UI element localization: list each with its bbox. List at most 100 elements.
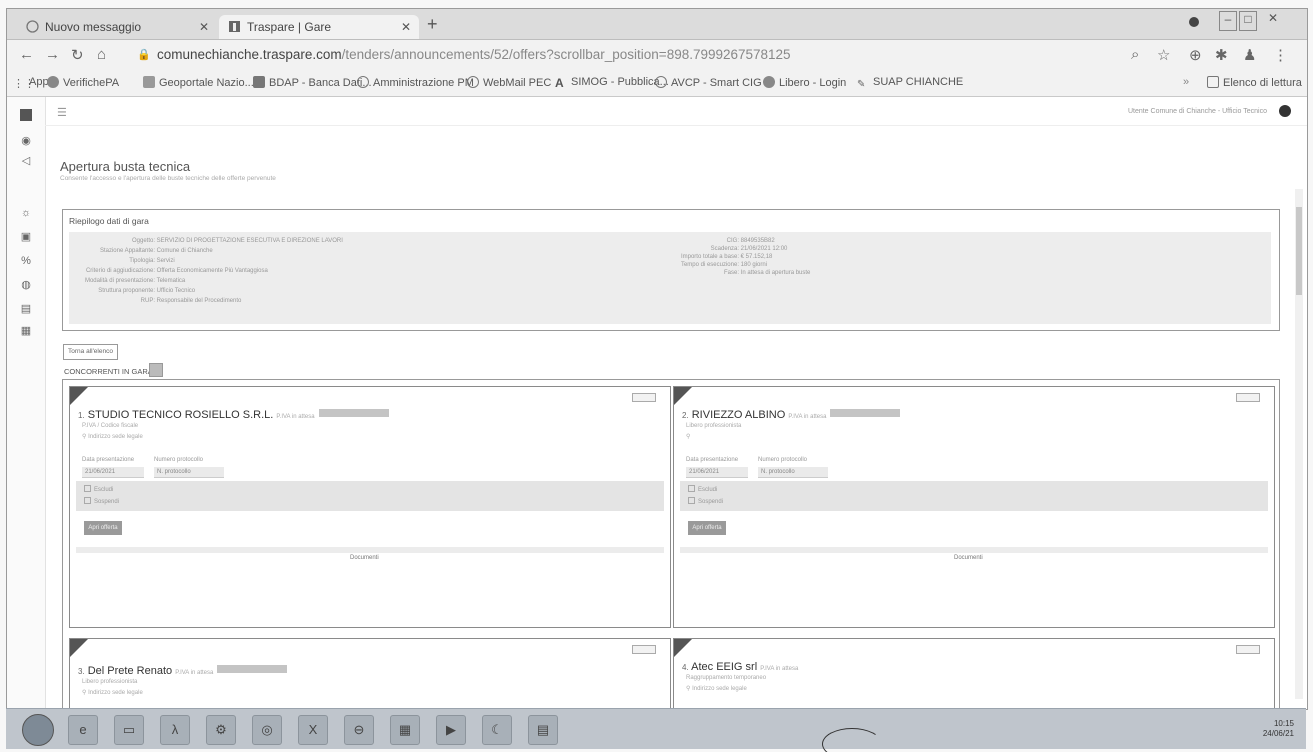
documents-link[interactable]: Documenti — [954, 555, 983, 561]
competitor-tag: P.IVA in attesa — [175, 670, 214, 676]
ie-icon[interactable]: e — [68, 715, 98, 745]
explorer-icon[interactable]: ▭ — [114, 715, 144, 745]
bookmark-suap[interactable]: ✎ SUAP CHIANCHE — [857, 76, 963, 91]
home-nav-icon[interactable] — [20, 109, 32, 121]
bookmark-bdap[interactable]: BDAP - Banca Dati... — [253, 76, 372, 89]
globe-icon — [357, 76, 369, 88]
more-bookmarks-button[interactable]: » — [1183, 76, 1189, 88]
zoom-icon[interactable]: ⊕ — [1189, 46, 1202, 64]
summary-key: RUP: — [140, 298, 155, 304]
exclude-radio[interactable]: Escludi — [688, 485, 717, 493]
dashboard-nav-icon[interactable]: ◉ — [20, 135, 32, 147]
back-arrow-icon[interactable]: ← — [19, 46, 34, 63]
forward-arrow-icon[interactable]: → — [45, 46, 60, 63]
competitor-subtitle: Libero professionista — [686, 423, 742, 429]
summary-value: In attesa di apertura buste — [740, 270, 811, 276]
date-field[interactable]: 21/06/2021 — [686, 467, 748, 478]
globe-icon — [467, 76, 479, 88]
bookmark-webmail-pec[interactable]: WebMail PEC — [467, 76, 551, 89]
close-tab-icon[interactable]: ✕ — [401, 15, 411, 39]
bookmark-amministrazione[interactable]: Amministrazione PM — [357, 76, 474, 89]
url-field[interactable]: comunechianche.traspare.com/tenders/anno… — [157, 47, 791, 62]
bookmark-app[interactable]: ⋮⋮App — [13, 76, 49, 90]
user-info[interactable]: Utente Comune di Chianche - Ufficio Tecn… — [1128, 108, 1267, 115]
protocol-label: Numero protocollo — [154, 457, 204, 463]
new-tab-button[interactable]: + — [427, 14, 438, 35]
avatar[interactable] — [1279, 105, 1291, 117]
close-tab-icon[interactable]: ✕ — [199, 15, 209, 39]
globe-icon — [655, 76, 667, 88]
actions-bar — [680, 481, 1268, 511]
excel-icon[interactable]: X — [298, 715, 328, 745]
competitors-list: 1. STUDIO TECNICO ROSIELLO S.R.L. P.IVA … — [62, 379, 1280, 709]
back-to-list-button[interactable]: Torna all'elenco — [63, 344, 118, 360]
bookmark-label: WebMail PEC — [483, 77, 552, 89]
tab-nuovo-messaggio[interactable]: Nuovo messaggio ✕ — [17, 15, 217, 39]
bookmark-libero[interactable]: Libero - Login — [763, 76, 846, 89]
profile-icon[interactable]: ♟ — [1243, 46, 1256, 64]
competitor-subtitle: Libero professionista — [82, 679, 138, 685]
protocol-field[interactable]: N. protocollo — [758, 467, 828, 478]
moon-icon[interactable]: ☾ — [482, 715, 512, 745]
tab-traspare-gare[interactable]: Traspare | Gare ✕ — [219, 15, 419, 39]
globe-nav-icon[interactable]: ◍ — [20, 279, 32, 291]
date-field[interactable]: 21/06/2021 — [82, 467, 144, 478]
open-offer-button[interactable]: Apri offerta — [84, 521, 122, 535]
maximize-button[interactable]: □ — [1239, 11, 1257, 31]
scrollbar-thumb[interactable] — [1296, 207, 1302, 295]
clock-date: 24/06/21 — [1262, 729, 1294, 738]
network-icon[interactable]: ⊖ — [344, 715, 374, 745]
tool-icon[interactable]: ⚙ — [206, 715, 236, 745]
menu-icon[interactable]: ⋮ — [1273, 46, 1288, 64]
address-text: Indirizzo sede legale — [88, 434, 143, 440]
media-icon[interactable]: ▶ — [436, 715, 466, 745]
bookmark-label: Libero - Login — [779, 77, 847, 89]
summary-row: Tempo di esecuzione: 180 giorni — [629, 262, 767, 268]
system-clock[interactable]: 10:15 24/06/21 — [1263, 719, 1294, 739]
settings-nav-icon[interactable]: ☼ — [20, 207, 32, 219]
competitor-subtitle: Raggruppamento temporaneo — [686, 675, 767, 681]
extensions-icon[interactable]: ✱ — [1215, 46, 1228, 64]
send-nav-icon[interactable]: ◁ — [20, 155, 32, 167]
chrome-icon[interactable]: ◎ — [252, 715, 282, 745]
lock-icon[interactable]: 🔒 — [137, 48, 151, 61]
page-scrollbar[interactable] — [1295, 189, 1303, 699]
summary-value: Servizi — [156, 258, 175, 264]
search-icon[interactable]: ⌕ — [1131, 46, 1139, 63]
protocol-field[interactable]: N. protocollo — [154, 467, 224, 478]
bookmark-avcp[interactable]: AVCP - Smart CIG — [655, 76, 762, 89]
summary-value: 21/06/2021 12:00 — [740, 246, 788, 252]
menu-toggle-icon[interactable]: ☰ — [57, 106, 67, 119]
start-button[interactable] — [22, 714, 54, 746]
minimize-button[interactable]: – — [1219, 11, 1237, 31]
file-nav-icon[interactable]: ▤ — [20, 303, 32, 315]
reload-icon[interactable]: ↻ — [71, 46, 84, 64]
calendar-nav-icon[interactable]: ▦ — [20, 325, 32, 337]
summary-key: CIG: — [726, 238, 739, 244]
star-icon[interactable]: ☆ — [1157, 46, 1170, 64]
acrobat-icon[interactable]: λ — [160, 715, 190, 745]
summary-row: Importo totale a base: € 57.152,18 — [629, 254, 772, 260]
bookmark-label: App — [29, 76, 49, 88]
close-window-button[interactable]: ✕ — [1265, 11, 1281, 29]
app-header: ☰ Utente Comune di Chianche - Ufficio Te… — [45, 97, 1307, 126]
percent-nav-icon[interactable]: % — [20, 255, 32, 267]
reading-list[interactable]: Elenco di lettura — [1207, 76, 1302, 89]
suspend-radio[interactable]: Sospendi — [84, 497, 119, 505]
home-icon[interactable]: ⌂ — [97, 46, 106, 63]
app-icon[interactable]: ▦ — [390, 715, 420, 745]
libero-icon — [763, 76, 775, 88]
bookmark-verifichepa[interactable]: VerifichePA — [47, 76, 119, 89]
document-nav-icon[interactable]: ▣ — [20, 231, 32, 243]
exclude-radio[interactable]: Escludi — [84, 485, 113, 493]
folder-icon[interactable]: ▤ — [528, 715, 558, 745]
suap-icon: ✎ — [857, 79, 866, 90]
tab-strip: Nuovo messaggio ✕ Traspare | Gare ✕ + – … — [7, 9, 1307, 40]
competitor-number: 2. — [682, 411, 689, 420]
suspend-radio[interactable]: Sospendi — [688, 497, 723, 505]
documents-link[interactable]: Documenti — [350, 555, 379, 561]
open-offer-button[interactable]: Apri offerta — [688, 521, 726, 535]
summary-value: Comune di Chianche — [156, 248, 213, 254]
bookmark-simog[interactable]: A SIMOG - Pubblica... — [555, 76, 669, 90]
bookmark-geoportale[interactable]: Geoportale Nazio... — [143, 76, 254, 89]
